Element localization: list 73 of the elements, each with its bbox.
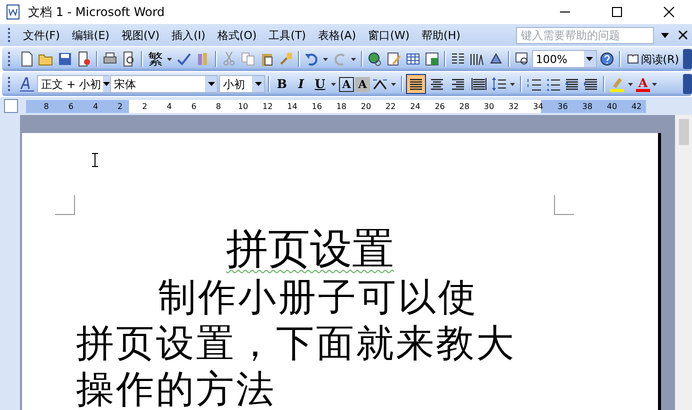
menu-item[interactable]: 视图(V) [115,26,166,44]
increase-indent-icon[interactable] [582,76,600,92]
ruler-number: 2 [116,102,124,110]
ruler-number: 8 [42,102,50,110]
ruler-number: 12 [262,102,274,110]
paragraph-line: 操作的方法 [76,369,276,410]
ruler-number: 16 [310,102,323,110]
menu-item[interactable]: 插入(I) [166,26,212,44]
ruler-number: 38 [581,102,594,110]
menu-item[interactable]: 文件(F) [17,26,66,44]
ruler-number: 18 [335,102,348,110]
numbered-list-icon[interactable] [525,76,543,92]
margin-corner-mark [55,195,75,215]
ruler-number: 30 [482,102,496,110]
ruler-number: 32 [507,102,520,110]
ruler-number: 4 [166,102,173,110]
bold-button[interactable]: B [273,75,291,93]
italic-button[interactable]: I [292,75,310,93]
traditional-chinese-button[interactable]: 繁 [146,50,165,68]
help-icon[interactable] [598,51,616,67]
book-icon [626,54,639,64]
ruler-number: 28 [458,102,470,110]
tab-selector-icon[interactable] [4,99,18,113]
text-cursor-icon [92,153,98,167]
menu-item[interactable]: 表格(A) [312,26,362,44]
font-size-field[interactable]: 小初 [219,75,265,93]
justify-align-icon[interactable] [406,74,426,94]
pencil-drawing-icon[interactable] [384,51,403,67]
help-search-field[interactable]: 键入需要帮助的问题 [516,26,654,44]
paragraph-line: 拼页设置，下面就来教大 [76,323,516,365]
line-spacing-icon[interactable] [490,76,508,92]
ruler-number: 10 [236,102,250,110]
font-field[interactable]: 宋体 [110,75,218,93]
window-title: 文档 1 - Microsoft Word [28,4,165,20]
spelling-check-icon[interactable] [174,51,193,67]
menu-item[interactable]: 编辑(E) [66,26,116,44]
ruler-number: 24 [409,102,422,110]
globe-link-icon[interactable] [366,51,384,67]
ruler-number: 6 [190,102,198,110]
ruler-number: 42 [630,102,643,110]
table-grid-icon[interactable] [404,51,422,67]
scrollbar-thumb[interactable] [678,119,688,145]
document-page[interactable]: 拼页设置 制作小册子可以使 拼页设置，下面就来教大 操作的方法 [22,133,661,410]
font-color-button[interactable]: A [636,76,650,92]
ruler-number: 20 [360,102,372,110]
horizontal-ruler[interactable]: 8 6 4 2 2 4 6 8 10 12 14 16 18 20 22 24 26 28 30 32 34 36 38 40 42 [26,100,646,112]
menu-item[interactable]: 帮助(H) [416,26,466,44]
styles-icon[interactable] [18,76,36,92]
ruler-number: 34 [532,102,544,110]
style-field[interactable]: 正文 + 小初 [37,75,109,93]
margin-corner-mark [554,195,574,215]
zoom-field[interactable]: 100% [532,50,597,68]
menu-item[interactable]: 格式(O) [211,26,263,44]
ruler-number: 14 [286,102,298,110]
ruler-number: 40 [606,102,618,110]
ruler-number: 36 [556,102,569,110]
underline-button[interactable]: U [311,75,329,93]
ruler-number: 22 [384,102,397,110]
document-heading: 拼页设置 [226,227,394,273]
ruler-number: 4 [92,102,100,110]
ruler-number: 2 [141,102,148,110]
word-document-icon[interactable] [4,4,22,20]
ruler-number: 26 [434,102,446,110]
paragraph-line: 制作小册子可以使 [158,277,478,319]
ruler-number: 6 [67,102,74,110]
character-border-button[interactable]: A [339,76,354,92]
bulleted-list-icon[interactable] [544,76,562,92]
menu-item[interactable]: 窗口(W) [362,26,416,44]
menu-item[interactable]: 工具(T) [262,26,312,44]
reading-mode-button[interactable]: 阅读(R) [624,52,682,66]
decrease-indent-icon[interactable] [563,76,581,92]
ruler-number: 8 [214,102,222,110]
character-shading-button[interactable]: A [355,76,370,92]
